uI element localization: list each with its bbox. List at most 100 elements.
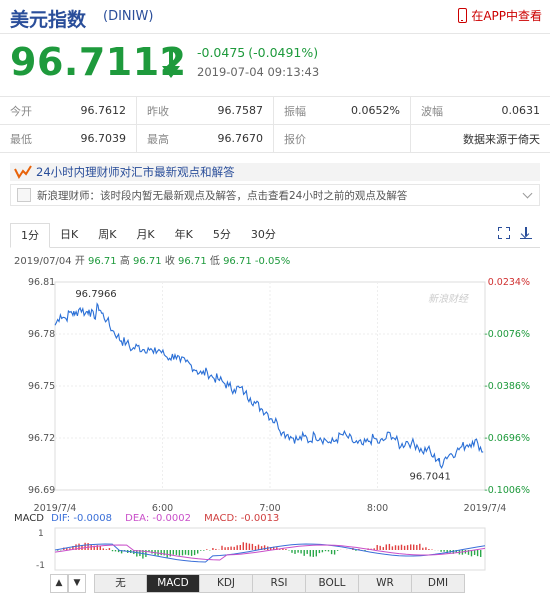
stat-label: 振幅 — [284, 104, 306, 118]
tab-30min[interactable]: 30分 — [241, 223, 286, 247]
x-tick-label: 8:00 — [367, 503, 388, 514]
y-tick-label: 96.72 — [28, 433, 55, 444]
scroll-up-button[interactable]: ▲ — [50, 574, 68, 593]
macd-bar — [175, 550, 178, 555]
advisor-news-banner[interactable]: 24小时内理财师对汇市最新观点和解答 — [10, 163, 540, 181]
macd-tick-top: 1 — [38, 529, 44, 539]
macd-bar — [200, 550, 202, 551]
macd-bar — [160, 550, 162, 556]
avatar-icon — [17, 188, 31, 202]
indicator-boll-button[interactable]: BOLL — [306, 574, 359, 593]
macd-bar — [300, 550, 302, 554]
macd-bar — [410, 544, 412, 550]
tab-1min[interactable]: 1分 — [10, 223, 50, 248]
tab-weekly[interactable]: 周K — [88, 223, 126, 247]
stat-cell: 最高 96.7670 — [137, 124, 274, 153]
advisor-news-item[interactable]: 新浪理财师：该时段内暂无最新观点及解答，点击查看24小时之前的观点及解答 — [10, 184, 540, 206]
macd-bar — [400, 544, 403, 550]
macd-bar — [105, 549, 108, 550]
indicator-macd-button[interactable]: MACD — [147, 574, 200, 593]
tab-monthly[interactable]: 月K — [126, 223, 164, 247]
info-open-label: 开 — [74, 256, 85, 267]
fullscreen-icon[interactable] — [498, 227, 510, 239]
scroll-down-button[interactable]: ▼ — [68, 574, 86, 593]
macd-bar — [306, 550, 308, 554]
macd-bar — [285, 549, 287, 550]
info-close-label: 收 — [164, 256, 175, 267]
y-tick-label: 96.81 — [28, 277, 55, 288]
info-pct: -0.05% — [254, 256, 291, 267]
macd-bar — [309, 550, 311, 557]
macd-bar — [422, 547, 424, 550]
scroll-buttons: ▲ ▼ — [50, 574, 86, 593]
macd-bar — [263, 545, 266, 550]
macd-bar — [330, 550, 333, 555]
data-source-note: 数据来源于倚天 — [463, 132, 540, 146]
down-arrow-icon — [162, 48, 180, 78]
header-bar: 美元指数 (DINIW) 在APP中查看 — [0, 0, 550, 34]
stat-cell: 报价 — [274, 124, 411, 153]
macd-bar — [87, 543, 89, 550]
stat-label: 今开 — [10, 104, 32, 118]
macd-bar — [190, 550, 193, 556]
macd-bar — [215, 548, 217, 550]
open-in-app-link[interactable]: 在APP中查看 — [458, 7, 542, 24]
macd-bar — [242, 542, 244, 550]
page-title: 美元指数 — [10, 9, 87, 31]
macd-bar — [388, 543, 391, 550]
tab-yearly[interactable]: 年K — [165, 223, 203, 247]
macd-bar — [193, 550, 196, 556]
chevron-down-icon[interactable] — [522, 188, 533, 199]
download-icon[interactable] — [520, 227, 532, 239]
macd-dea: DEA: -0.0002 — [125, 513, 191, 524]
macd-bar — [172, 550, 174, 555]
stat-label: 报价 — [284, 132, 306, 146]
watermark: 新浪财经 — [428, 293, 469, 305]
macd-bar — [321, 550, 324, 553]
macd-bar — [203, 550, 205, 551]
macd-dif: DIF: -0.0008 — [51, 513, 112, 524]
info-date: 2019/07/04 — [14, 256, 72, 267]
macd-bar — [221, 545, 223, 550]
macd-legend: MACD DIF: -0.0008 DEA: -0.0002 MACD: -0.… — [14, 513, 279, 524]
extreme-label: 96.7966 — [75, 289, 116, 300]
macd-bar — [212, 547, 214, 550]
macd-bar — [333, 550, 336, 555]
change-value: -0.0475 — [197, 45, 246, 60]
macd-bar — [233, 546, 235, 550]
stat-value: 96.7612 — [80, 104, 127, 117]
info-open: 96.71 — [88, 256, 117, 267]
macd-bar — [336, 550, 339, 551]
macd-bar — [443, 550, 445, 552]
macd-bar — [413, 544, 415, 550]
indicator-kdj-button[interactable]: KDJ — [200, 574, 253, 593]
indicator-dmi-button[interactable]: DMI — [412, 574, 465, 593]
macd-bar — [197, 550, 199, 554]
tab-daily[interactable]: 日K — [50, 223, 88, 247]
macd-bar — [355, 550, 357, 551]
y-tick-label: 96.69 — [28, 485, 55, 496]
stat-value: 96.7587 — [217, 104, 264, 117]
pct-tick-label: -0.0696% — [484, 433, 530, 444]
indicator-wr-button[interactable]: WR — [359, 574, 412, 593]
macd-bar — [227, 547, 229, 550]
stat-label: 最高 — [147, 132, 169, 146]
macd-bar — [297, 550, 299, 553]
macd-bar — [224, 547, 226, 550]
chart-grid — [54, 281, 486, 491]
stat-label: 波幅 — [421, 104, 443, 118]
macd-chart[interactable]: 1 -1 — [0, 526, 550, 574]
x-tick-label: 2019/7/4 — [464, 503, 507, 514]
indicator-rsi-button[interactable]: RSI — [253, 574, 306, 593]
tab-5min[interactable]: 5分 — [203, 223, 241, 247]
macd-bar — [108, 548, 111, 550]
stat-value: 0.0631 — [501, 104, 541, 117]
macd-bar — [163, 550, 165, 556]
info-high: 96.71 — [133, 256, 162, 267]
macd-bar — [251, 543, 254, 550]
indicator-none-button[interactable]: 无 — [94, 574, 147, 593]
price-change: -0.0475 (-0.0491%) — [197, 45, 321, 60]
quote-timestamp: 2019-07-04 09:13:43 — [197, 65, 320, 79]
intraday-price-chart[interactable]: 96.81 0.0234% 96.78 -0.0076% 96.75 -0.0386% 96… — [0, 268, 550, 528]
macd-bar — [245, 542, 248, 550]
